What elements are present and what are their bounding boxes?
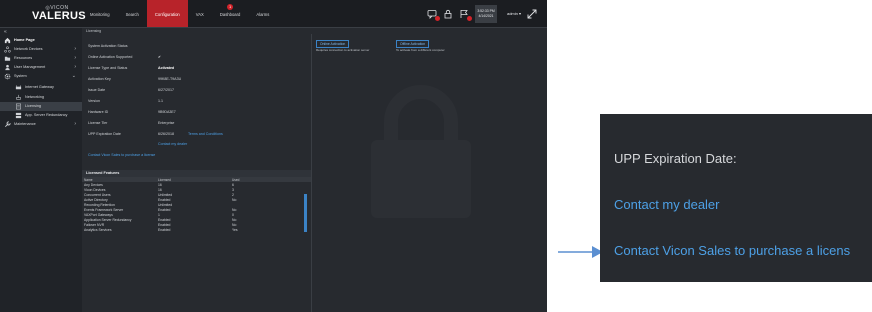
server-icon bbox=[15, 112, 22, 119]
fullscreen-icon[interactable] bbox=[527, 9, 537, 19]
lock-icon[interactable] bbox=[443, 9, 453, 19]
user-icon bbox=[5, 64, 10, 71]
top-bar: ◎VICON VALERUS Monitoring Search Configu… bbox=[0, 0, 547, 28]
offline-activation-button[interactable]: Offline Activation bbox=[396, 40, 430, 48]
gateway-icon bbox=[15, 85, 22, 90]
licensed-features-table: Licensed Features Name Licensed Used Any… bbox=[82, 170, 311, 232]
arrow-pointer-icon bbox=[558, 246, 603, 258]
sidebar-item-system[interactable]: System ⌄ bbox=[0, 72, 82, 81]
sidebar-item-home[interactable]: Home Page bbox=[0, 36, 82, 45]
sidebar-item-internet-gateway[interactable]: Internet Gateway bbox=[0, 83, 82, 92]
user-menu[interactable]: admin ▾ bbox=[507, 11, 521, 16]
lock-icon bbox=[371, 85, 471, 218]
main-nav: Monitoring Search Configuration VAX 1 Da… bbox=[82, 0, 277, 27]
network-icon bbox=[4, 46, 11, 53]
logo: ◎VICON VALERUS bbox=[32, 5, 86, 22]
brand-name: VALERUS bbox=[32, 10, 86, 22]
detail-row-issue-date: Issue Date 6/27/2017 bbox=[88, 88, 174, 92]
contact-dealer-link[interactable]: Contact my dealer bbox=[158, 142, 187, 146]
tab-monitoring[interactable]: Monitoring bbox=[82, 0, 118, 27]
features-scrollbar[interactable] bbox=[304, 194, 307, 232]
sidebar-item-network-devices[interactable]: Network Devices › bbox=[0, 45, 82, 54]
tab-dashboard[interactable]: 1 Dashboard bbox=[212, 0, 249, 27]
wrench-icon bbox=[5, 121, 11, 127]
checkmark-icon: ✔ bbox=[158, 55, 162, 59]
sidebar-item-user-management[interactable]: User Management › bbox=[0, 63, 82, 72]
activation-pane: Online Activation Offline Activation Req… bbox=[312, 34, 547, 312]
zoom-callout: UPP Expiration Date: Contact my dealer C… bbox=[600, 114, 872, 282]
tab-configuration[interactable]: Configuration bbox=[146, 0, 188, 27]
collapse-sidebar-icon[interactable]: « bbox=[4, 29, 7, 35]
license-details-pane: System Activation Status Online Activati… bbox=[82, 34, 312, 312]
top-right-tools: 3:52:33 PM 4/14/2021 admin ▾ bbox=[427, 0, 537, 27]
dashboard-badge: 1 bbox=[227, 4, 234, 10]
zoom-contact-sales-link[interactable]: Contact Vicon Sales to purchase a licens bbox=[614, 243, 850, 258]
zoom-upp-label: UPP Expiration Date: bbox=[614, 151, 737, 166]
detail-row-license-type: License Type and Status Activated bbox=[88, 66, 175, 70]
folder-icon bbox=[4, 56, 11, 61]
clock: 3:52:33 PM 4/14/2021 bbox=[474, 4, 497, 23]
tab-vax[interactable]: VAX bbox=[188, 0, 212, 27]
home-icon bbox=[4, 37, 11, 44]
detail-row-upp-expiration: UPP Expiration Date 6/26/2018 Terms and … bbox=[88, 132, 223, 136]
detail-row-version: Version 1.1 bbox=[88, 99, 163, 103]
sidebar-item-licensing[interactable]: Licensing bbox=[0, 102, 82, 111]
sidebar-item-app-server-redundancy[interactable]: App. Server Redundancy bbox=[0, 111, 82, 120]
terms-link[interactable]: Terms and Conditions bbox=[188, 132, 223, 136]
tab-search[interactable]: Search bbox=[118, 0, 147, 27]
main-content: Licensing System Activation Status Onlin… bbox=[82, 28, 547, 312]
detail-row-license-tier: License Tier Enterprise bbox=[88, 121, 175, 125]
networking-icon bbox=[16, 94, 21, 100]
detail-row-hardware-id: Hardware ID 9B9DA3E7 bbox=[88, 110, 176, 114]
flag-icon[interactable] bbox=[459, 9, 472, 21]
detail-row-online-supported: Online Activation Supported ✔ bbox=[88, 55, 162, 59]
zoom-contact-dealer-link[interactable]: Contact my dealer bbox=[614, 197, 720, 212]
table-row: Analytics Services Enabled Yes bbox=[84, 227, 238, 232]
chat-icon[interactable] bbox=[427, 9, 440, 21]
sidebar-item-networking[interactable]: Networking bbox=[0, 93, 82, 102]
tab-alarms[interactable]: Alarms bbox=[248, 0, 277, 27]
online-activation-hint: Requires connection to activation server bbox=[316, 48, 370, 52]
valerus-app-window: ◎VICON VALERUS Monitoring Search Configu… bbox=[0, 0, 547, 312]
offline-activation-hint: To activate from a different computer bbox=[396, 48, 445, 52]
detail-row-activation-key: Activation Key 99K8E-T9A3U bbox=[88, 77, 182, 81]
sidebar: « Home Page Network Devices › Resources … bbox=[0, 28, 82, 312]
sidebar-item-resources[interactable]: Resources › bbox=[0, 54, 82, 63]
online-activation-button[interactable]: Online Activation bbox=[316, 40, 350, 48]
contact-sales-link[interactable]: Contact Vicon Sales to purchase a licens… bbox=[88, 153, 155, 157]
gear-icon bbox=[4, 73, 11, 80]
detail-row-activation-status: System Activation Status bbox=[88, 44, 128, 48]
sidebar-item-maintenance[interactable]: Maintenance › bbox=[0, 120, 82, 129]
license-icon bbox=[16, 103, 21, 110]
features-title: Licensed Features bbox=[82, 170, 311, 177]
breadcrumb: Licensing bbox=[86, 29, 102, 33]
